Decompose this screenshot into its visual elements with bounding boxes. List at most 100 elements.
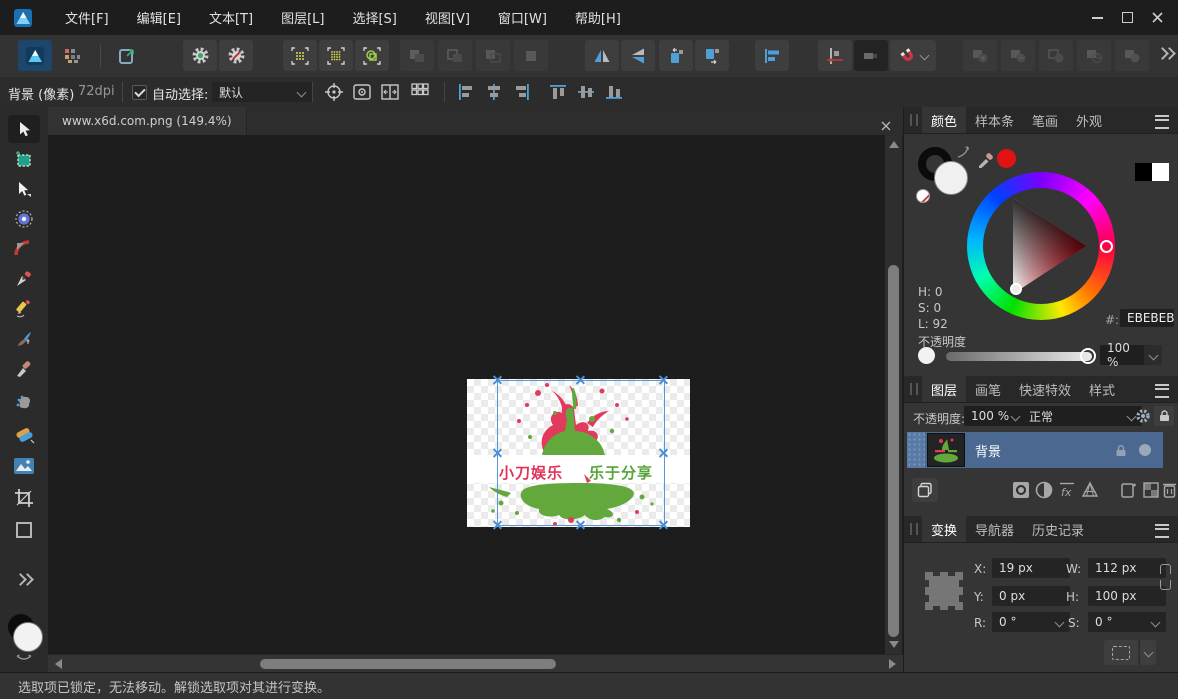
- cycle-selection-box-button[interactable]: [324, 82, 344, 106]
- hex-input[interactable]: EBEBEB: [1120, 309, 1174, 327]
- panel-menu-icon[interactable]: [1155, 524, 1169, 538]
- w-input[interactable]: 112 px: [1088, 558, 1166, 578]
- layer-thumbnail[interactable]: [927, 433, 965, 467]
- h-input[interactable]: 100 px: [1088, 586, 1166, 606]
- flip-vertical-button[interactable]: [621, 40, 655, 71]
- horizontal-scrollbar[interactable]: [48, 654, 903, 673]
- y-input[interactable]: 0 px: [992, 586, 1070, 606]
- tab-quick-fx[interactable]: 快速特效: [1010, 376, 1080, 402]
- document-tab[interactable]: www.x6d.com.png (149.4%): [48, 107, 247, 135]
- new-layer-icon[interactable]: [1120, 481, 1137, 499]
- opacity-swatch[interactable]: [918, 347, 935, 364]
- snap-grid-1-button[interactable]: [283, 40, 317, 71]
- blend-mode-dropdown[interactable]: 正常: [1022, 406, 1142, 426]
- hsl-triangle[interactable]: [967, 172, 1115, 320]
- place-image-tool[interactable]: [8, 452, 40, 480]
- menu-file[interactable]: 文件[F]: [51, 8, 123, 27]
- lock-layer-button[interactable]: [1154, 406, 1174, 426]
- selection-handle-bottom-left[interactable]: [492, 520, 503, 531]
- menu-window[interactable]: 窗口[W]: [484, 8, 561, 27]
- duplicate-layer-button[interactable]: [912, 478, 938, 502]
- panel-menu-icon[interactable]: [1155, 115, 1169, 129]
- eyedropper-icon[interactable]: [976, 147, 996, 169]
- scroll-right-arrow[interactable]: [889, 659, 896, 669]
- marquee-select-tool[interactable]: [8, 145, 40, 173]
- layer-visibility-toggle[interactable]: [1139, 444, 1151, 456]
- erase-tool[interactable]: [8, 421, 40, 449]
- gear-disabled-button[interactable]: [219, 40, 253, 71]
- new-pixel-layer-icon[interactable]: [1142, 481, 1160, 499]
- vertical-scroll-thumb[interactable]: [888, 265, 899, 637]
- pen-tool[interactable]: [8, 265, 40, 293]
- x-input[interactable]: 19 px: [992, 558, 1070, 578]
- export-persona-button[interactable]: [110, 40, 144, 71]
- panel-menu-icon[interactable]: [1155, 384, 1169, 398]
- maximize-button[interactable]: [1112, 6, 1142, 30]
- persona-photo-button[interactable]: [18, 40, 52, 71]
- fill-stroke-swatch[interactable]: [4, 612, 44, 662]
- live-filter-icon[interactable]: [1081, 481, 1099, 499]
- blend-options-gear-icon[interactable]: [1135, 408, 1151, 424]
- panel-grip-icon[interactable]: [910, 383, 918, 395]
- tab-appearance[interactable]: 外观: [1067, 107, 1111, 133]
- tab-layers[interactable]: 图层: [922, 376, 966, 402]
- fill-color-swatch[interactable]: [13, 622, 43, 652]
- close-button[interactable]: [1142, 6, 1172, 30]
- swap-colors-icon[interactable]: [14, 654, 34, 662]
- menu-select[interactable]: 选择[S]: [338, 8, 410, 27]
- magnet-dropdown-chevron[interactable]: [919, 51, 929, 61]
- no-color-swatch[interactable]: [916, 189, 930, 203]
- auto-select-checkbox[interactable]: [132, 85, 147, 100]
- tab-swatches[interactable]: 样本条: [966, 107, 1023, 133]
- layer-drag-handle[interactable]: [907, 432, 925, 468]
- transform-objects-button[interactable]: [380, 82, 400, 106]
- align-top-button[interactable]: [548, 83, 568, 105]
- align-center-button[interactable]: [484, 83, 504, 105]
- snap-shape-button[interactable]: [355, 40, 389, 71]
- delete-layer-icon[interactable]: [1162, 481, 1177, 499]
- selection-handle-mid-right[interactable]: [658, 448, 669, 459]
- selection-handle-bottom-right[interactable]: [658, 520, 669, 531]
- align-middle-button[interactable]: [576, 83, 596, 105]
- align-left-button[interactable]: [456, 83, 476, 105]
- opacity-slider-track[interactable]: [946, 352, 1092, 361]
- transform-mode-dropdown[interactable]: [1139, 640, 1156, 665]
- vertical-scrollbar[interactable]: [885, 135, 902, 654]
- show-alignment-handles-button[interactable]: [410, 82, 430, 106]
- persona-dots-button[interactable]: [55, 40, 89, 71]
- edit-all-layers-button[interactable]: [352, 82, 372, 106]
- layers-opacity-dropdown[interactable]: 100 %: [964, 406, 1026, 426]
- scroll-left-arrow[interactable]: [55, 659, 62, 669]
- minimize-button[interactable]: [1082, 6, 1112, 30]
- swap-fill-stroke-icon[interactable]: [956, 145, 972, 159]
- color-wheel[interactable]: [967, 172, 1115, 320]
- rotate-cw-button[interactable]: [695, 40, 729, 71]
- horizontal-scroll-thumb[interactable]: [260, 659, 556, 669]
- pencil-tool[interactable]: [8, 295, 40, 323]
- flip-horizontal-button[interactable]: [585, 40, 619, 71]
- tab-history[interactable]: 历史记录: [1023, 516, 1093, 542]
- rectangle-tool[interactable]: [8, 516, 40, 544]
- tab-stroke[interactable]: 笔画: [1023, 107, 1067, 133]
- alignment-button[interactable]: [755, 40, 789, 71]
- move-tool[interactable]: [8, 115, 40, 143]
- link-dimensions-toggle[interactable]: [1160, 564, 1172, 602]
- gear-green-button[interactable]: [183, 40, 217, 71]
- adjustment-layer-icon[interactable]: [1035, 481, 1053, 499]
- tab-brushes[interactable]: 画笔: [966, 376, 1010, 402]
- tab-transform[interactable]: 变换: [922, 516, 966, 542]
- panel-grip-icon[interactable]: [910, 114, 918, 126]
- menu-layer[interactable]: 图层[L]: [267, 8, 338, 27]
- layer-effects-icon[interactable]: fx: [1058, 481, 1076, 499]
- scroll-down-arrow[interactable]: [889, 641, 899, 648]
- smudge-tool[interactable]: [8, 388, 40, 416]
- selection-handle-top-right[interactable]: [658, 375, 669, 386]
- tab-navigator[interactable]: 导航器: [966, 516, 1023, 542]
- fill-circle-swatch[interactable]: [934, 161, 968, 195]
- snap-toggle-button[interactable]: [854, 40, 888, 71]
- menu-help[interactable]: 帮助[H]: [561, 8, 635, 27]
- opacity-dropdown-button[interactable]: [1144, 345, 1162, 365]
- hue-selector[interactable]: [1100, 240, 1113, 253]
- transform-mode-button[interactable]: [1104, 640, 1138, 665]
- selection-brush-tool[interactable]: [8, 205, 40, 233]
